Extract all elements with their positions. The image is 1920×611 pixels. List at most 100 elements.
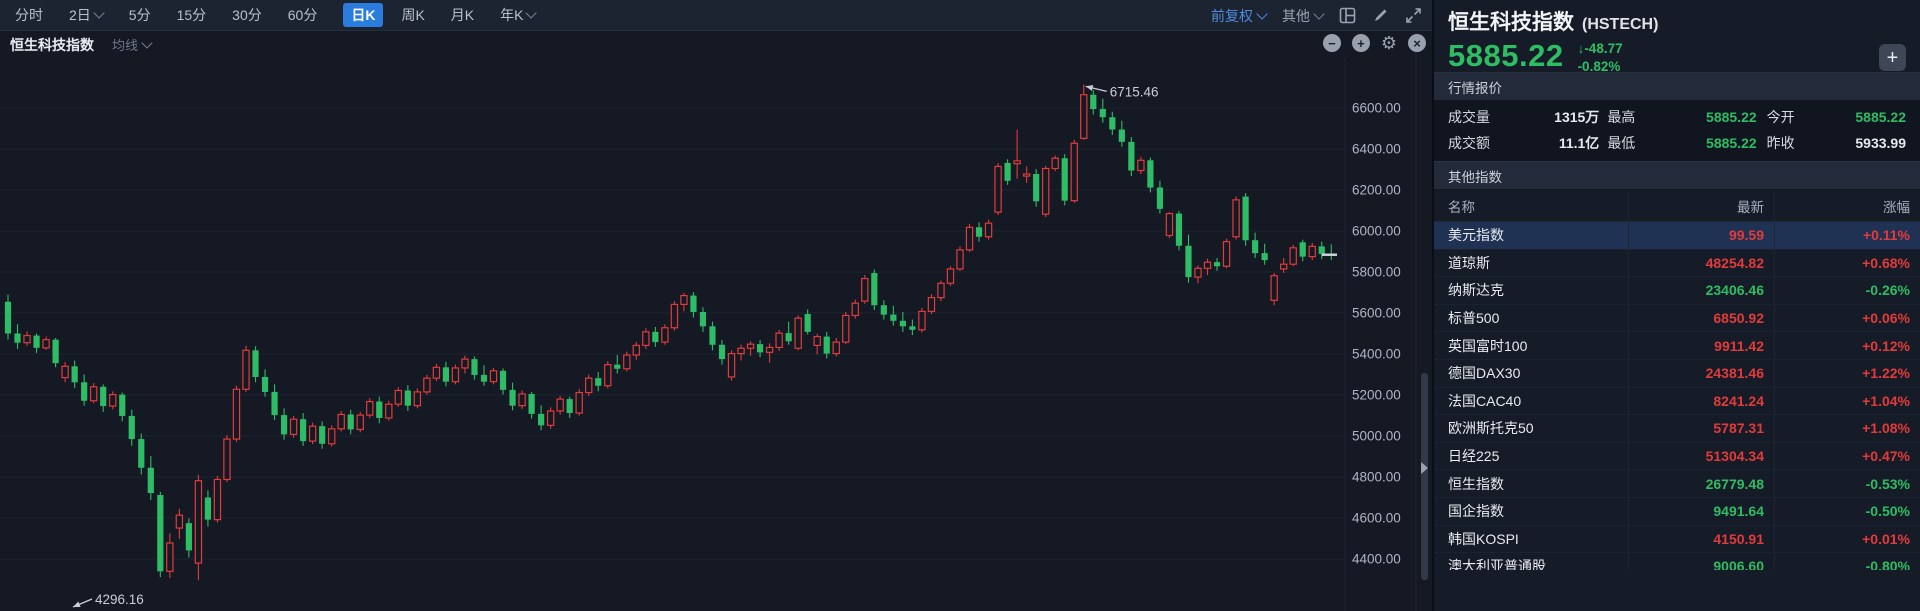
header-name: 名称 [1434, 196, 1628, 216]
index-last-cell: 9006.60 [1628, 553, 1774, 570]
add-to-watchlist-button[interactable]: + [1879, 44, 1906, 71]
index-row-欧洲斯托克50[interactable]: 欧洲斯托克505787.31+1.08% [1434, 415, 1920, 443]
gear-icon[interactable]: ⚙ [1381, 34, 1397, 52]
quote-pair-成交额: 成交额11.1亿 [1448, 133, 1599, 153]
adjust-mode-dropdown[interactable]: 前复权 [1211, 6, 1266, 26]
index-row-韩国KOSPI[interactable]: 韩国KOSPI4150.91+0.01% [1434, 526, 1920, 554]
price-change-block: ↓-48.77 -0.82% [1578, 40, 1623, 76]
index-name-cell: 纳斯达克 [1434, 280, 1628, 300]
index-pct-cell: +0.06% [1774, 305, 1920, 332]
index-row-道琼斯[interactable]: 道琼斯48254.82+0.68% [1434, 250, 1920, 278]
index-name-cell: 欧洲斯托克50 [1434, 418, 1628, 438]
index-last-cell: 4150.91 [1628, 526, 1774, 553]
price-change: ↓-48.77 [1578, 40, 1623, 58]
index-pct-cell: +0.47% [1774, 443, 1920, 470]
zoom-out-icon[interactable]: − [1323, 34, 1341, 52]
y-axis-tick: 6200.00 [1352, 183, 1401, 198]
period-tab-周K[interactable]: 周K [401, 5, 424, 25]
zoom-in-icon[interactable]: + [1352, 34, 1370, 52]
y-axis-tick: 5400.00 [1352, 347, 1401, 362]
quote-label: 今开 [1767, 107, 1795, 127]
index-pct-cell: +1.04% [1774, 388, 1920, 415]
chevron-down-icon [1313, 8, 1324, 19]
index-name-cell: 日经225 [1434, 446, 1628, 466]
ma-label: 均线 [112, 35, 138, 54]
index-name-cell: 澳大利亚普通股 [1434, 556, 1628, 570]
period-tab-年K[interactable]: 年K [500, 5, 535, 25]
chart-pane-header: 恒生科技指数 均线 − + ⚙ × [0, 31, 1432, 58]
index-row-恒生指数[interactable]: 恒生指数26779.48-0.53% [1434, 470, 1920, 498]
candlestick-chart[interactable]: 6600.006400.006200.006000.005800.005600.… [0, 0, 1432, 611]
index-pct-cell: +0.11% [1774, 222, 1920, 249]
index-last-cell: 23406.46 [1628, 277, 1774, 304]
index-pct-cell: -0.53% [1774, 470, 1920, 497]
index-table-header: 名称 最新 涨幅 [1434, 190, 1920, 222]
quote-pair-成交量: 成交量1315万 [1448, 107, 1599, 127]
index-row-国企指数[interactable]: 国企指数9491.64-0.50% [1434, 498, 1920, 526]
quote-label: 最低 [1607, 133, 1635, 153]
index-last-cell: 9491.64 [1628, 498, 1774, 525]
index-last-cell: 26779.48 [1628, 470, 1774, 497]
index-row-标普500[interactable]: 标普5006850.92+0.06% [1434, 305, 1920, 333]
index-table: 美元指数99.59+0.11%道琼斯48254.82+0.68%纳斯达克2340… [1434, 222, 1920, 570]
index-pct-cell: +1.08% [1774, 415, 1920, 442]
period-tab-30分[interactable]: 30分 [232, 5, 262, 25]
quote-value: 5885.22 [1706, 135, 1757, 151]
layout-grid-icon[interactable] [1339, 7, 1356, 24]
period-tab-日K[interactable]: 日K [343, 3, 383, 27]
chevron-down-icon [1256, 8, 1267, 19]
period-tab-分时[interactable]: 分时 [15, 5, 43, 25]
quote-row: 成交量1315万最高5885.22 今开 5885.22 [1448, 104, 1906, 130]
quote-panel-header: 恒生科技指数 (HSTECH) 5885.22 ↓-48.77 -0.82% + [1434, 0, 1920, 72]
quote-label: 成交额 [1448, 133, 1490, 153]
price-change-pct: -0.82% [1578, 58, 1623, 76]
quote-pair-昨收: 昨收5933.99 [1757, 133, 1906, 153]
header-pct: 涨幅 [1774, 190, 1920, 221]
quote-pair-最高: 最高5885.22 [1599, 107, 1756, 127]
index-row-法国CAC40[interactable]: 法国CAC408241.24+1.04% [1434, 388, 1920, 416]
index-last-cell: 8241.24 [1628, 388, 1774, 415]
draw-pen-icon[interactable] [1372, 7, 1389, 24]
y-axis-tick: 6000.00 [1352, 224, 1401, 239]
index-row-英国富时100[interactable]: 英国富时1009911.42+0.12% [1434, 332, 1920, 360]
quote-pair-最低: 最低 5885.22 [1599, 133, 1756, 153]
index-row-日经225[interactable]: 日经22551304.34+0.47% [1434, 443, 1920, 471]
trading-app: { "colors":{"up":"#e23b3b","down":"#2ebd… [0, 0, 1920, 611]
index-name-cell: 韩国KOSPI [1434, 529, 1628, 549]
section-others-title: 其他指数 [1434, 161, 1920, 190]
index-pct-cell: -0.26% [1774, 277, 1920, 304]
splitter-scroll-thumb[interactable] [1421, 373, 1428, 580]
chart-pane: 6600.006400.006200.006000.005800.005600.… [0, 0, 1432, 611]
y-axis-tick: 5000.00 [1352, 429, 1401, 444]
index-name: 恒生科技指数 [1448, 6, 1574, 36]
index-pct-cell: +1.22% [1774, 360, 1920, 387]
chevron-down-icon [141, 37, 152, 48]
quote-value: 5933.99 [1855, 135, 1906, 151]
quote-value: 5885.22 [1855, 109, 1906, 125]
close-icon[interactable]: × [1408, 34, 1426, 52]
y-axis-tick: 5600.00 [1352, 306, 1401, 321]
index-row-纳斯达克[interactable]: 纳斯达克23406.46-0.26% [1434, 277, 1920, 305]
period-tab-月K[interactable]: 月K [451, 5, 474, 25]
index-last-cell: 24381.46 [1628, 360, 1774, 387]
period-toolbar: 分时 2日 5分 15分 30分 60分 日K 周K 月K 年K 前复权 其他 [0, 0, 1432, 31]
period-tab-5分[interactable]: 5分 [129, 5, 151, 25]
index-pct-cell: +0.12% [1774, 332, 1920, 359]
y-axis-tick: 5200.00 [1352, 388, 1401, 403]
panel-splitter [1419, 0, 1430, 611]
other-dropdown[interactable]: 其他 [1282, 6, 1323, 26]
index-row-美元指数[interactable]: 美元指数99.59+0.11% [1434, 222, 1920, 250]
collapse-panel-arrow-icon[interactable] [1421, 462, 1428, 474]
ma-indicator-dropdown[interactable]: 均线 [112, 35, 151, 54]
pane-icon-group: − + ⚙ × [1323, 34, 1426, 52]
period-tab-60分[interactable]: 60分 [288, 5, 318, 25]
index-name-cell: 法国CAC40 [1434, 391, 1628, 411]
index-row-德国DAX30[interactable]: 德国DAX3024381.46+1.22% [1434, 360, 1920, 388]
period-tab-2日[interactable]: 2日 [69, 5, 103, 25]
chart-symbol-title: 恒生科技指数 [10, 35, 94, 55]
quote-label: 成交量 [1448, 107, 1490, 127]
index-row-澳大利亚普通股[interactable]: 澳大利亚普通股9006.60-0.80% [1434, 553, 1920, 570]
y-axis-tick: 5800.00 [1352, 265, 1401, 280]
index-name-cell: 标普500 [1434, 308, 1628, 328]
period-tab-15分[interactable]: 15分 [177, 5, 207, 25]
